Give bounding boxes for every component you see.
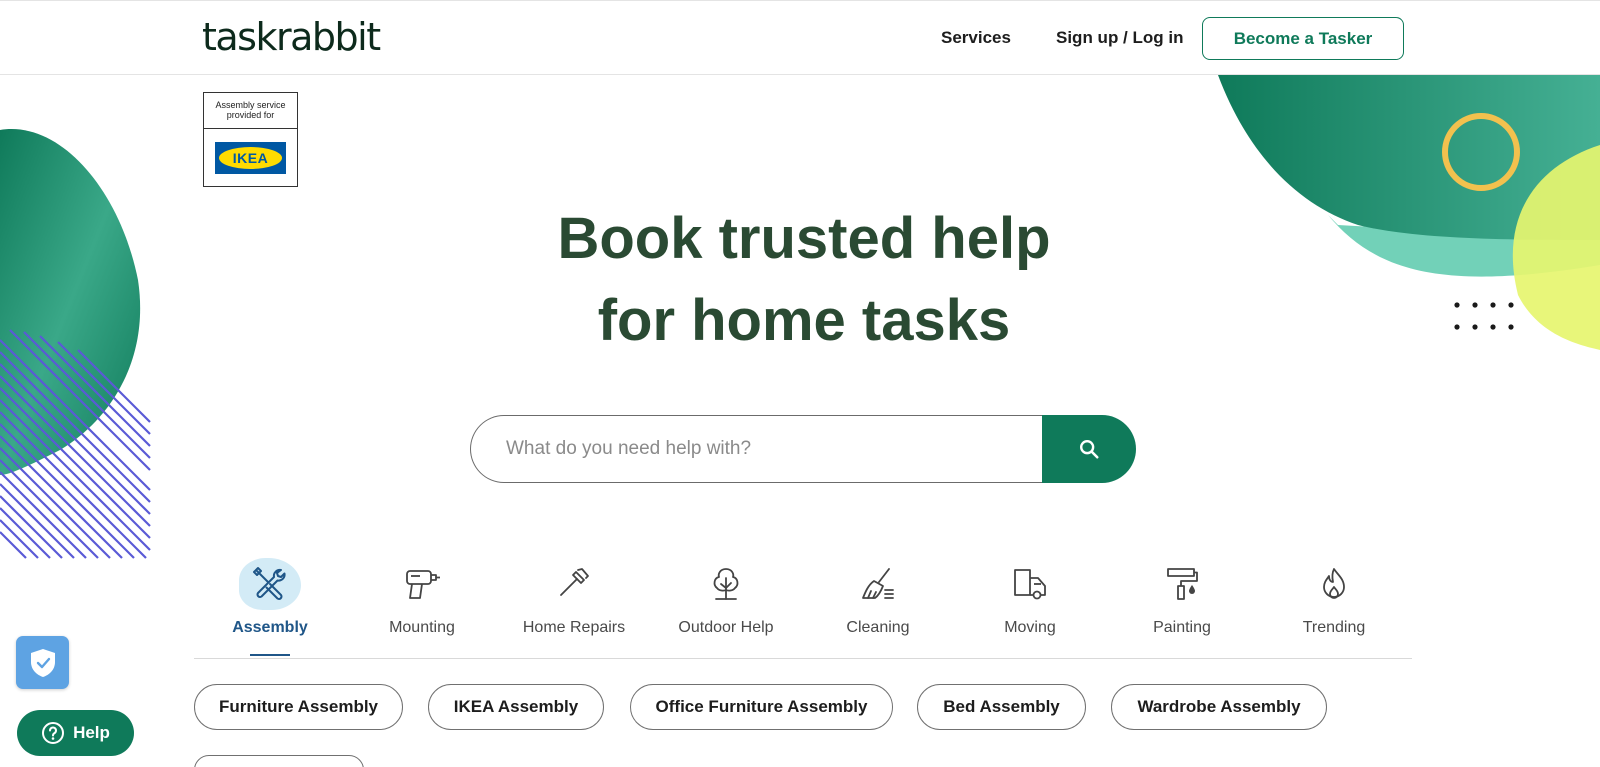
hero-title-line1: Book trusted help bbox=[557, 206, 1051, 271]
shield-check-icon bbox=[30, 648, 55, 677]
hero-title-line2: for home tasks bbox=[597, 288, 1011, 353]
category-label-assembly: Assembly bbox=[232, 619, 308, 636]
ikea-caption: Assembly service provided for bbox=[204, 93, 297, 129]
paint-roller-icon bbox=[1156, 558, 1208, 610]
chip-partial[interactable] bbox=[194, 755, 364, 767]
chip-wardrobe-assembly[interactable]: Wardrobe Assembly bbox=[1111, 684, 1327, 730]
category-tab-painting[interactable]: Painting bbox=[1106, 550, 1258, 659]
category-label-outdoor-help: Outdoor Help bbox=[678, 619, 774, 636]
category-tab-home-repairs[interactable]: Home Repairs bbox=[498, 550, 650, 659]
nav-login-link[interactable]: Sign up / Log in bbox=[1056, 28, 1183, 48]
search-bar bbox=[470, 415, 1136, 483]
chip-furniture-assembly[interactable]: Furniture Assembly bbox=[194, 684, 403, 730]
site-header: taskrabbit Services Sign up / Log in Bec… bbox=[0, 0, 1600, 75]
category-tabs: Assembly Mounting Home Repairs Outdoor H… bbox=[194, 550, 1412, 659]
chip-ikea-assembly[interactable]: IKEA Assembly bbox=[428, 684, 604, 730]
question-circle-icon bbox=[42, 722, 65, 744]
hammer-icon bbox=[548, 558, 600, 610]
chip-office-furniture-assembly[interactable]: Office Furniture Assembly bbox=[630, 684, 893, 730]
category-label-cleaning: Cleaning bbox=[846, 619, 910, 636]
active-tab-indicator bbox=[250, 654, 290, 656]
category-label-trending: Trending bbox=[1302, 619, 1366, 636]
flame-icon bbox=[1308, 558, 1360, 610]
category-tab-trending[interactable]: Trending bbox=[1258, 550, 1410, 659]
chip-bed-assembly[interactable]: Bed Assembly bbox=[917, 684, 1086, 730]
drill-icon bbox=[396, 558, 448, 610]
become-tasker-button[interactable]: Become a Tasker bbox=[1202, 17, 1404, 60]
ikea-caption-line2: provided for bbox=[226, 110, 275, 120]
category-tab-assembly[interactable]: Assembly bbox=[194, 550, 346, 659]
search-input[interactable] bbox=[470, 415, 1070, 483]
category-tab-mounting[interactable]: Mounting bbox=[346, 550, 498, 659]
category-tab-moving[interactable]: Moving bbox=[954, 550, 1106, 659]
truck-icon bbox=[1004, 558, 1056, 610]
search-icon bbox=[1080, 440, 1099, 459]
category-tab-outdoor-help[interactable]: Outdoor Help bbox=[650, 550, 802, 659]
ikea-caption-line1: Assembly service bbox=[215, 100, 286, 110]
category-label-painting: Painting bbox=[1153, 619, 1211, 636]
left-decoration bbox=[0, 129, 151, 559]
help-button[interactable]: Help bbox=[17, 710, 134, 756]
category-label-moving: Moving bbox=[1004, 619, 1056, 636]
search-button[interactable] bbox=[1042, 415, 1136, 483]
category-label-home-repairs: Home Repairs bbox=[522, 619, 626, 636]
ikea-logo-text: IKEA bbox=[219, 147, 282, 169]
privacy-shield-button[interactable] bbox=[16, 636, 69, 689]
tree-icon bbox=[700, 558, 752, 610]
nav-services-link[interactable]: Services bbox=[941, 28, 1011, 48]
ikea-logo: IKEA bbox=[215, 142, 286, 174]
category-tab-cleaning[interactable]: Cleaning bbox=[802, 550, 954, 659]
ikea-partner-badge: Assembly service provided for IKEA bbox=[203, 92, 298, 187]
tools-icon bbox=[239, 558, 301, 610]
category-label-mounting: Mounting bbox=[389, 619, 455, 636]
help-label: Help bbox=[73, 723, 110, 742]
taskrabbit-logo[interactable]: taskrabbit bbox=[202, 15, 381, 59]
hero-title: Book trusted help for home tasks bbox=[400, 198, 1208, 362]
broom-icon bbox=[852, 558, 904, 610]
right-decoration bbox=[1218, 75, 1600, 350]
